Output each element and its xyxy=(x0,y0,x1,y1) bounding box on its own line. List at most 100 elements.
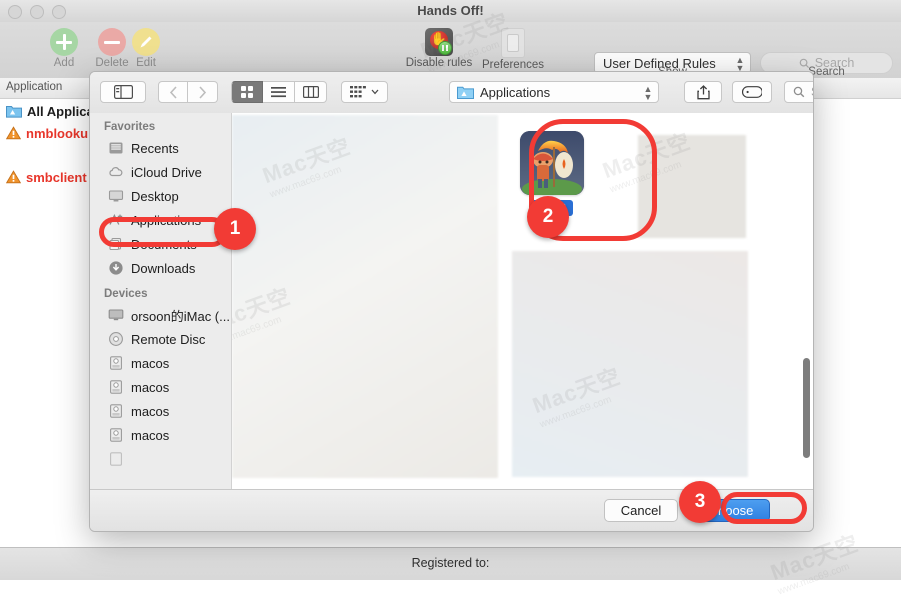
disable-rules-label: Disable rules xyxy=(405,57,473,69)
sidebar-item-macos-3[interactable]: macos xyxy=(90,399,231,423)
sidebar-item-imac[interactable]: orsoon的iMac (... xyxy=(90,303,231,327)
edit-button-label: Edit xyxy=(136,57,156,69)
sidebar-item-label: macos xyxy=(131,427,170,443)
vertical-scrollbar[interactable] xyxy=(803,358,810,458)
drive-icon xyxy=(110,452,122,466)
tag-icon xyxy=(742,86,762,98)
finder-sidebar: Favorites Recents iCloud Drive Desktop A… xyxy=(90,113,232,490)
applications-folder-icon xyxy=(457,86,474,99)
plus-icon xyxy=(50,28,78,56)
sidebar-item-label: macos xyxy=(131,379,170,395)
add-button[interactable]: Add xyxy=(48,28,80,69)
sidebar-item-label: iCloud Drive xyxy=(131,164,202,180)
list-view-icon xyxy=(271,87,286,98)
view-column-button[interactable] xyxy=(295,81,327,103)
sidebar-item-label: macos xyxy=(131,403,170,419)
status-bar: Registered to: xyxy=(0,547,901,580)
annotation-highlight-3 xyxy=(721,492,807,524)
sidebar-item-icloud-drive[interactable]: iCloud Drive xyxy=(90,160,231,184)
warning-icon xyxy=(6,126,21,140)
list-item-label: nmblookup xyxy=(26,125,97,141)
annotation-badge-2: 2 xyxy=(527,196,569,238)
sidebar-item-partial[interactable] xyxy=(90,447,231,471)
annotation-highlight-1 xyxy=(99,217,227,247)
disable-rules-button[interactable]: ✋ Disable rules xyxy=(404,28,474,69)
sidebar-item-desktop[interactable]: Desktop xyxy=(90,184,231,208)
disc-icon xyxy=(109,332,123,346)
icon-view-icon xyxy=(241,86,253,98)
file-browser-area[interactable]: MW2 Mac天空www.mac69.com Mac天空www.mac69.co… xyxy=(232,113,813,490)
registered-to-label: Registered to: xyxy=(411,556,490,570)
preferences-label: Preferences xyxy=(481,59,544,71)
sidebar-group-devices: Devices xyxy=(104,288,148,300)
sidebar-item-remote-disc[interactable]: Remote Disc xyxy=(90,327,231,351)
tag-button[interactable] xyxy=(732,81,772,103)
edit-button[interactable]: Edit xyxy=(128,28,164,69)
sidebar-item-label: orsoon的iMac (... xyxy=(131,308,230,324)
sidebar-item-label: Downloads xyxy=(131,260,196,276)
list-item-label: smbclient xyxy=(26,169,87,185)
blurred-content-block xyxy=(512,251,748,477)
arrange-button[interactable] xyxy=(341,81,388,103)
blurred-content-block xyxy=(232,115,498,478)
share-icon xyxy=(696,84,710,99)
search-group: Search Search xyxy=(760,22,893,78)
finder-search-input[interactable]: Search xyxy=(784,81,813,103)
app-folder-icon xyxy=(6,106,22,118)
sidebar-item-macos-1[interactable]: macos xyxy=(90,351,231,375)
sidebar-item-recents[interactable]: Recents xyxy=(90,136,231,160)
downloads-icon xyxy=(109,261,123,275)
drive-icon xyxy=(110,404,122,418)
hand-stop-icon: ✋ xyxy=(425,28,453,56)
icloud-icon xyxy=(109,167,123,177)
preferences-icon xyxy=(501,28,525,58)
arrange-icon xyxy=(350,86,366,98)
finder-search-placeholder: Search xyxy=(811,85,813,99)
finder-toolbar: Applications ▲▼ Search xyxy=(90,72,813,114)
pencil-icon xyxy=(132,28,160,56)
sidebar-item-label: Remote Disc xyxy=(131,331,206,347)
window-titlebar: Hands Off! xyxy=(0,0,901,23)
sidebar-item-macos-4[interactable]: macos xyxy=(90,423,231,447)
sidebar-toggle-icon xyxy=(113,85,133,99)
drive-icon xyxy=(110,380,122,394)
cancel-button-label: Cancel xyxy=(620,503,662,518)
column-view-icon xyxy=(302,86,319,98)
file-open-dialog: Applications ▲▼ Search Favo xyxy=(89,71,814,532)
minus-icon xyxy=(98,28,126,56)
view-icon-button[interactable] xyxy=(231,81,263,103)
drive-icon xyxy=(110,428,122,442)
forward-button[interactable] xyxy=(188,81,218,103)
sidebar-item-downloads[interactable]: Downloads xyxy=(90,256,231,280)
preferences-button[interactable]: Preferences xyxy=(481,28,545,71)
search-icon xyxy=(793,86,805,98)
forward-chevron-icon xyxy=(199,85,207,99)
cancel-button[interactable]: Cancel xyxy=(604,499,678,522)
add-button-label: Add xyxy=(53,57,75,69)
sidebar-item-label: macos xyxy=(131,355,170,371)
path-popup-button[interactable]: Applications ▲ ▼ xyxy=(449,81,659,103)
path-popup-value: Applications xyxy=(480,84,551,100)
annotation-badge-3: 3 xyxy=(679,481,721,523)
back-chevron-icon xyxy=(169,85,177,99)
chevron-down-icon xyxy=(371,89,379,95)
view-list-button[interactable] xyxy=(263,81,295,103)
sidebar-item-label: Desktop xyxy=(131,188,179,204)
warning-icon xyxy=(6,170,21,184)
desktop-icon xyxy=(108,190,124,202)
back-button[interactable] xyxy=(158,81,188,103)
sidebar-item-macos-2[interactable]: macos xyxy=(90,375,231,399)
imac-icon xyxy=(108,309,124,321)
annotation-badge-1: 1 xyxy=(214,208,256,250)
column-header-application: Application xyxy=(6,81,63,93)
recents-icon xyxy=(109,142,123,154)
page-title: Hands Off! xyxy=(417,3,484,18)
finder-body: Favorites Recents iCloud Drive Desktop A… xyxy=(90,113,813,490)
sidebar-item-label: Recents xyxy=(131,140,179,156)
show-group: User Defined Rules ▲▼ Show xyxy=(594,22,751,78)
sidebar-group-favorites: Favorites xyxy=(104,121,156,133)
drive-icon xyxy=(110,356,122,370)
sidebar-toggle-button[interactable] xyxy=(100,81,146,103)
chevron-updown-icon: ▲ ▼ xyxy=(643,84,653,102)
share-button[interactable] xyxy=(684,81,722,103)
